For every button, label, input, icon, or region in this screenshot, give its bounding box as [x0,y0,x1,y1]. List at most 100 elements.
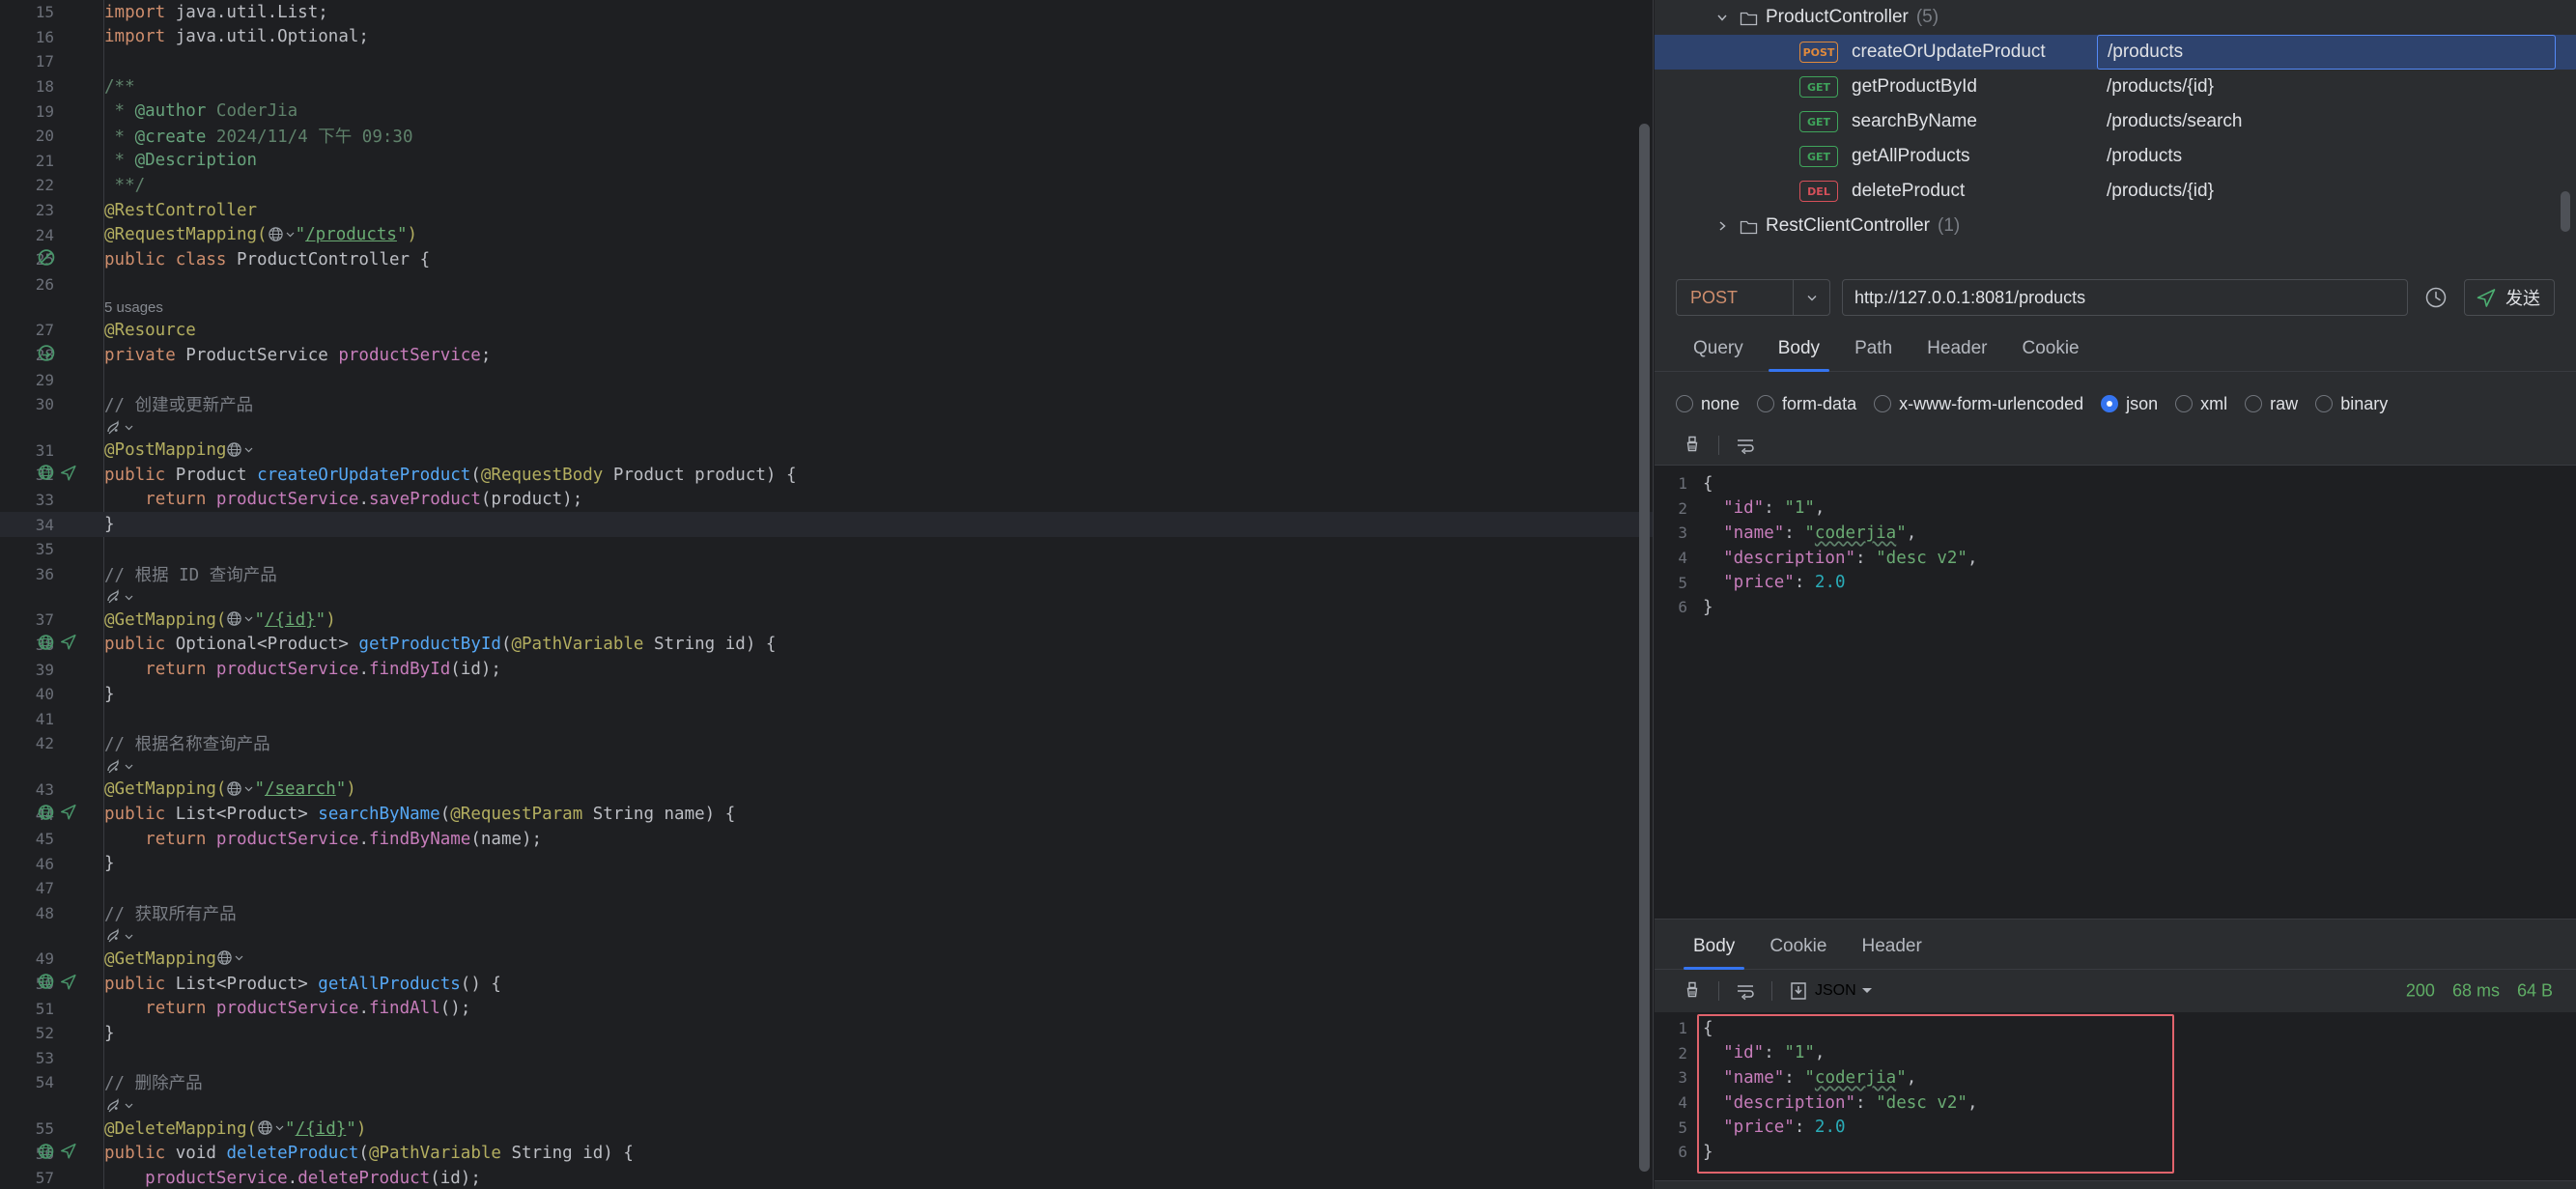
code-line[interactable]: 41 [0,706,1654,731]
code-line[interactable]: 35 [0,537,1654,562]
run-request-icon[interactable] [59,803,78,827]
code-line[interactable]: 25public class ProductController { [0,247,1654,272]
code-editor-pane[interactable]: 15 import java.util.List; 16 import java.ut… [0,0,1654,1189]
body-type-raw[interactable]: raw [2245,394,2298,414]
response-tab-cookie[interactable]: Cookie [1752,924,1844,969]
tab-body[interactable]: Body [1761,326,1837,372]
radio-dot[interactable] [2101,395,2119,412]
response-soft-wrap-button[interactable] [1729,975,1762,1007]
radio-dot[interactable] [2315,395,2334,412]
code-line[interactable]: 52} [0,1021,1654,1046]
response-body-line[interactable]: 6} [1655,1140,2576,1165]
code-line[interactable]: 28 private ProductService productService; [0,343,1654,368]
endpoint-row-getallproducts[interactable]: GET getAllProducts/products [1655,139,2576,174]
response-format-select[interactable]: JSON [1815,982,1874,1000]
code-line[interactable]: 49 @GetMapping [0,947,1654,972]
radio-dot[interactable] [2245,395,2263,412]
code-inlay-hint[interactable] [0,756,1654,778]
tab-cookie[interactable]: Cookie [2004,326,2096,371]
gutter-icons[interactable] [37,633,78,657]
body-type-radio-group[interactable]: none form-data x-www-form-urlencoded json xm… [1655,382,2576,426]
response-tab-body[interactable]: Body [1676,924,1752,970]
code-line[interactable]: 31 @PostMapping [0,439,1654,464]
code-line[interactable]: 50 public List<Product> getAllProducts() … [0,972,1654,997]
radio-dot[interactable] [1676,395,1693,412]
request-body-line[interactable]: 6} [1655,595,2576,620]
code-line[interactable]: 48 // 获取所有产品 [0,901,1654,926]
code-line[interactable]: 27 @Resource [0,318,1654,343]
tab-path[interactable]: Path [1837,326,1910,371]
request-tabs[interactable]: Query Body Path Header Cookie [1655,322,2576,372]
endpoints-tree-scrollbar[interactable] [2561,191,2570,232]
response-body-line[interactable]: 2 "id": "1", [1655,1041,2576,1066]
radio-dot[interactable] [1757,395,1775,412]
code-line[interactable]: 32 public Product createOrUpdateProduct(@… [0,463,1654,488]
code-line[interactable]: 39 return productService.findById(id); [0,657,1654,682]
response-tabs[interactable]: Body Cookie Header [1655,920,2576,970]
code-line[interactable]: 36 // 根据 ID 查询产品 [0,561,1654,586]
run-request-icon[interactable] [59,972,78,996]
chevron-down-icon[interactable] [1793,280,1829,315]
globe-icon[interactable] [226,441,254,458]
response-body-line[interactable]: 4 "description": "desc v2", [1655,1090,2576,1116]
tree-group-productcontroller[interactable]: ProductController (5) [1655,0,2576,35]
spring-bean-icon[interactable] [37,247,56,271]
gutter-icons[interactable] [37,343,56,367]
spring-bean-icon[interactable] [37,343,56,367]
gutter-icons[interactable] [37,803,78,827]
body-type-x-www-form-urlencoded[interactable]: x-www-form-urlencoded [1874,394,2083,414]
code-line[interactable]: 56 public void deleteProduct(@PathVariabl… [0,1141,1654,1166]
clear-body-button[interactable] [1676,429,1709,462]
body-type-none[interactable]: none [1676,394,1740,414]
chevron-right-icon[interactable] [1714,218,1730,234]
code-line[interactable]: 37 @GetMapping("/{id}") [0,608,1654,633]
run-request-icon[interactable] [59,1142,78,1166]
code-line[interactable]: 46} [0,851,1654,876]
globe-icon[interactable] [226,610,254,627]
body-type-binary[interactable]: binary [2315,394,2388,414]
code-line[interactable]: 21 * @Description [0,149,1654,174]
body-type-xml[interactable]: xml [2175,394,2227,414]
tree-group-restclientcontroller[interactable]: RestClientController (1) [1655,209,2576,243]
code-line[interactable]: 47 [0,876,1654,901]
code-line[interactable]: 34} [0,512,1654,537]
globe-icon[interactable] [216,949,244,966]
code-inlay-hint[interactable] [0,1095,1654,1117]
endpoint-globe-icon[interactable] [37,803,55,826]
usages-hint[interactable]: 5 usages [0,297,1654,318]
code-line[interactable]: 45 return productService.findByName(name… [0,827,1654,852]
clear-response-button[interactable] [1676,975,1709,1007]
request-body-line[interactable]: 5 "price": 2.0 [1655,570,2576,595]
code-line[interactable]: 55 @DeleteMapping("/{id}") [0,1117,1654,1142]
endpoint-row-getproductbyid[interactable]: GET getProductById/products/{id} [1655,70,2576,104]
code-line[interactable]: 53 [0,1046,1654,1071]
tab-header[interactable]: Header [1910,326,2004,371]
endpoint-path[interactable]: /products/search [2097,104,2556,139]
gutter-icons[interactable] [37,247,56,271]
save-response-button[interactable] [1782,975,1815,1007]
request-body-line[interactable]: 3 "name": "coderjia", [1655,521,2576,546]
globe-icon[interactable] [257,1119,285,1136]
request-body-line[interactable]: 2 "id": "1", [1655,496,2576,522]
endpoint-path[interactable]: /products/{id} [2097,70,2556,104]
code-line[interactable]: 30 // 创建或更新产品 [0,392,1654,417]
code-line[interactable]: 57 productService.deleteProduct(id); [0,1166,1654,1189]
endpoints-tree[interactable]: ProductController (5) POST createOrUpdatePr… [1655,0,2576,261]
response-tab-header[interactable]: Header [1844,924,1939,969]
response-body-line[interactable]: 1{ [1655,1016,2576,1041]
spring-gutter-inlay-icon[interactable] [104,419,134,437]
radio-dot[interactable] [1874,395,1892,412]
tab-query[interactable]: Query [1676,326,1761,371]
soft-wrap-button[interactable] [1729,429,1762,462]
code-line[interactable]: 20 * @create 2024/11/4 下午 09:30 [0,124,1654,149]
request-body-line[interactable]: 1{ [1655,471,2576,496]
endpoint-path[interactable]: /products/{id} [2097,174,2556,209]
code-line[interactable]: 22 **/ [0,173,1654,198]
code-inlay-hint[interactable] [0,417,1654,439]
endpoint-globe-icon[interactable] [37,1142,55,1165]
code-line[interactable]: 54 // 删除产品 [0,1070,1654,1095]
code-line[interactable]: 38 public Optional<Product> getProductByI… [0,633,1654,658]
code-line[interactable]: 24 @RequestMapping("/products") [0,222,1654,247]
code-inlay-hint[interactable] [0,586,1654,608]
body-type-form-data[interactable]: form-data [1757,394,1856,414]
